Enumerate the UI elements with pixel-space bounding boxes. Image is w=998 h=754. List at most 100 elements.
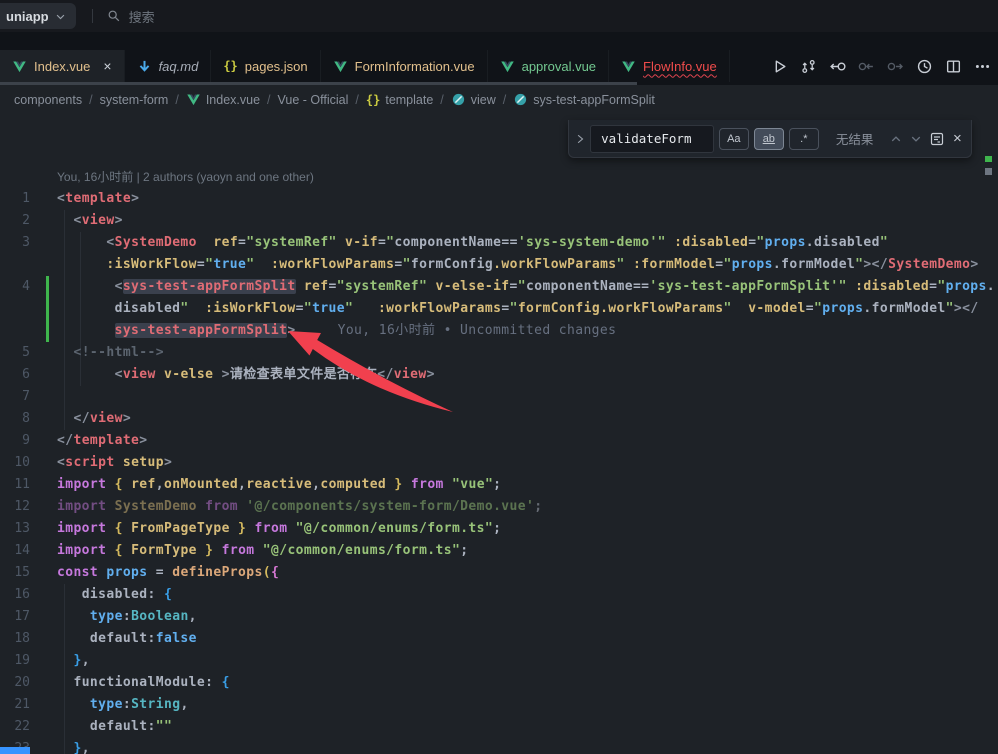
code-line[interactable]: 1<template> bbox=[0, 188, 998, 210]
braces-icon: {} bbox=[366, 93, 380, 107]
code-editor[interactable]: You, 16小时前 | 2 authors (yaoyn and one ot… bbox=[0, 114, 998, 754]
code-line[interactable]: 18 default:false bbox=[0, 628, 998, 650]
run-button[interactable] bbox=[769, 56, 789, 76]
code-line[interactable]: 14import { FormType } from "@/common/enu… bbox=[0, 540, 998, 562]
code-text: default:false bbox=[30, 628, 197, 650]
search-placeholder: 搜索 bbox=[129, 7, 155, 26]
tab-approval.vue[interactable]: approval.vue bbox=[488, 50, 609, 82]
breadcrumb-separator: / bbox=[267, 93, 270, 107]
search-icon bbox=[107, 9, 121, 23]
code-line[interactable]: 2 <view> bbox=[0, 210, 998, 232]
code-text: <view> bbox=[30, 210, 123, 232]
compare-changes-button[interactable] bbox=[798, 56, 818, 76]
previous-match-button[interactable] bbox=[888, 130, 903, 148]
code-text: <template> bbox=[30, 188, 139, 210]
code-line[interactable]: 13import { FromPageType } from "@/common… bbox=[0, 518, 998, 540]
vue-icon bbox=[621, 59, 636, 74]
tab-close-button[interactable]: × bbox=[103, 59, 111, 73]
code-text: disabled: { bbox=[30, 584, 172, 606]
code-line[interactable]: 3 <SystemDemo ref="systemRef" v-if="comp… bbox=[0, 232, 998, 254]
open-changes-button[interactable] bbox=[827, 56, 847, 76]
line-number: 3 bbox=[0, 232, 30, 254]
code-line[interactable]: sys-test-appFormSplit>You, 16小时前 • Uncom… bbox=[0, 320, 998, 342]
regex-button[interactable]: .* bbox=[789, 128, 819, 150]
match-case-button[interactable]: Aa bbox=[719, 128, 749, 150]
chevron-down-icon bbox=[55, 11, 66, 22]
breadcrumb-separator: / bbox=[355, 93, 358, 107]
breadcrumb-item-system-form[interactable]: system-form bbox=[100, 93, 169, 107]
breadcrumb-separator: / bbox=[503, 93, 506, 107]
code-text: </view> bbox=[30, 408, 131, 430]
code-line[interactable]: 15const props = defineProps({ bbox=[0, 562, 998, 584]
code-line[interactable]: 12import SystemDemo from '@/components/s… bbox=[0, 496, 998, 518]
breadcrumb-separator: / bbox=[89, 93, 92, 107]
code-text: <sys-test-appFormSplit ref="systemRef" v… bbox=[30, 276, 995, 298]
file-history-button[interactable] bbox=[914, 56, 934, 76]
next-match-button[interactable] bbox=[909, 130, 924, 148]
line-number: 6 bbox=[0, 364, 30, 386]
code-text: You, 16小时前 | 2 authors (yaoyn and one ot… bbox=[30, 166, 314, 188]
breadcrumb-item-components[interactable]: components bbox=[14, 93, 82, 107]
code-line[interactable]: 5 <!--html--> bbox=[0, 342, 998, 364]
code-text: <view v-else >请检查表单文件是否存在</view> bbox=[30, 364, 435, 386]
code-text: <SystemDemo ref="systemRef" v-if="compon… bbox=[30, 232, 888, 254]
workspace-switcher[interactable]: uniapp bbox=[0, 3, 76, 29]
titlebar-divider bbox=[92, 9, 93, 23]
code-line[interactable]: 10<script setup> bbox=[0, 452, 998, 474]
breadcrumb-label: sys-test-appFormSplit bbox=[533, 93, 655, 107]
breadcrumb-item-Vue - Official[interactable]: Vue - Official bbox=[278, 93, 349, 107]
line-number bbox=[0, 320, 30, 342]
line-number: 14 bbox=[0, 540, 30, 562]
status-bar-fragment bbox=[0, 747, 30, 754]
code-line[interactable]: disabled" :isWorkFlow="true" :workFlowPa… bbox=[0, 298, 998, 320]
line-number: 19 bbox=[0, 650, 30, 672]
breadcrumb-item-view[interactable]: view bbox=[451, 92, 496, 107]
more-actions-button[interactable] bbox=[972, 56, 992, 76]
code-text: disabled" :isWorkFlow="true" :workFlowPa… bbox=[30, 298, 979, 320]
tab-pages.json[interactable]: {}pages.json bbox=[211, 50, 320, 82]
code-line[interactable]: 4 <sys-test-appFormSplit ref="systemRef"… bbox=[0, 276, 998, 298]
command-center-search[interactable]: 搜索 bbox=[107, 7, 155, 26]
tab-FormInformation.vue[interactable]: FormInformation.vue bbox=[321, 50, 488, 82]
code-text: </template> bbox=[30, 430, 148, 452]
code-line[interactable]: 11import { ref,onMounted,reactive,comput… bbox=[0, 474, 998, 496]
breadcrumb-item-template[interactable]: {}template bbox=[366, 93, 433, 107]
next-change-button[interactable] bbox=[885, 56, 905, 76]
code-line[interactable]: 19 }, bbox=[0, 650, 998, 672]
whole-word-button[interactable]: ab bbox=[754, 128, 784, 150]
code-line[interactable]: 17 type:Boolean, bbox=[0, 606, 998, 628]
line-number: 18 bbox=[0, 628, 30, 650]
breadcrumb-item-sys-test-appFormSplit[interactable]: sys-test-appFormSplit bbox=[513, 92, 655, 107]
code-line[interactable]: 23 }, bbox=[0, 738, 998, 754]
code-line[interactable]: 22 default:"" bbox=[0, 716, 998, 738]
code-line[interactable]: 16 disabled: { bbox=[0, 584, 998, 606]
code-line[interactable]: 21 type:String, bbox=[0, 694, 998, 716]
code-line[interactable]: 8 </view> bbox=[0, 408, 998, 430]
code-line[interactable]: 9</template> bbox=[0, 430, 998, 452]
previous-change-button[interactable] bbox=[856, 56, 876, 76]
breadcrumb-item-Index.vue[interactable]: Index.vue bbox=[186, 92, 260, 107]
code-line[interactable]: 6 <view v-else >请检查表单文件是否存在</view> bbox=[0, 364, 998, 386]
line-number: 4 bbox=[0, 276, 30, 298]
vue-icon bbox=[12, 59, 27, 74]
find-in-selection-button[interactable] bbox=[929, 130, 945, 148]
code-line[interactable]: 20 functionalModule: { bbox=[0, 672, 998, 694]
tab-FlowInfo.vue[interactable]: FlowInfo.vue bbox=[609, 50, 730, 82]
find-widget: validateForm Aa ab .* 无结果 × bbox=[568, 120, 972, 158]
code-line[interactable]: :isWorkFlow="true" :workFlowParams="form… bbox=[0, 254, 998, 276]
find-expand-toggle[interactable] bbox=[575, 120, 585, 157]
overview-ruler-modified-marker bbox=[985, 156, 992, 162]
code-line[interactable]: 7 bbox=[0, 386, 998, 408]
tab-faq.md[interactable]: faq.md bbox=[125, 50, 212, 82]
split-editor-button[interactable] bbox=[943, 56, 963, 76]
tab-label: faq.md bbox=[159, 59, 199, 74]
line-number bbox=[0, 166, 30, 188]
line-number: 17 bbox=[0, 606, 30, 628]
tab-Index.vue[interactable]: Index.vue× bbox=[0, 50, 125, 82]
vue-icon bbox=[500, 59, 515, 74]
line-number: 10 bbox=[0, 452, 30, 474]
code-text: type:Boolean, bbox=[30, 606, 197, 628]
close-find-button[interactable]: × bbox=[950, 130, 965, 148]
code-text: import { FormType } from "@/common/enums… bbox=[30, 540, 468, 562]
find-input[interactable]: validateForm bbox=[590, 125, 714, 153]
